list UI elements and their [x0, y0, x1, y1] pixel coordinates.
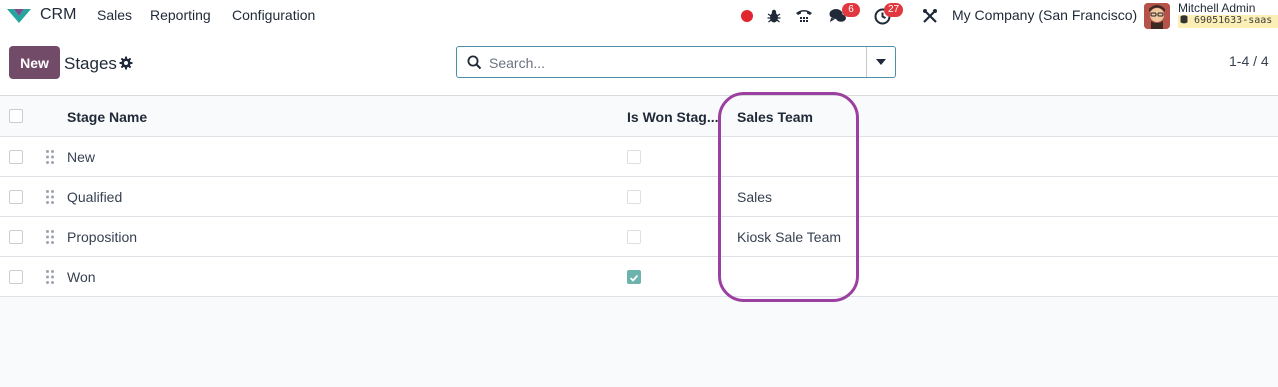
control-panel: New Stages 1-4 / 4 — [0, 32, 1278, 96]
activities-count-badge: 27 — [884, 3, 904, 17]
is-won-checkbox — [627, 150, 641, 164]
search-input[interactable] — [489, 53, 859, 73]
user-name[interactable]: Mitchell Admin — [1178, 1, 1255, 15]
stage-name: Won — [67, 269, 96, 285]
row-checkbox[interactable] — [9, 270, 23, 284]
table-header: Stage Name Is Won Stag... Sales Team — [0, 96, 1278, 137]
stages-list: Stage Name Is Won Stag... Sales Team New… — [0, 96, 1278, 297]
tools-icon[interactable] — [921, 7, 939, 25]
search-options-toggle[interactable] — [866, 47, 895, 77]
is-won-checkbox — [627, 230, 641, 244]
drag-handle-icon[interactable] — [45, 189, 55, 205]
table-row[interactable]: Proposition Kiosk Sale Team — [0, 217, 1278, 257]
column-header-is-won[interactable]: Is Won Stag... — [627, 109, 719, 125]
bug-icon[interactable] — [765, 7, 783, 25]
drag-handle-icon[interactable] — [45, 229, 55, 245]
is-won-checkbox-checked — [627, 270, 641, 284]
new-button[interactable]: New — [9, 46, 60, 79]
menu-reporting[interactable]: Reporting — [150, 7, 211, 23]
page-title: Stages — [64, 54, 117, 73]
database-name: 69051633-saas — [1178, 15, 1278, 28]
check-icon — [629, 274, 639, 282]
pager-value[interactable]: 1-4 / 4 — [1229, 53, 1269, 69]
table-row[interactable]: Won — [0, 257, 1278, 297]
user-avatar[interactable] — [1144, 3, 1170, 29]
menu-sales[interactable]: Sales — [97, 7, 132, 23]
gear-icon[interactable] — [119, 56, 133, 70]
row-checkbox[interactable] — [9, 150, 23, 164]
caret-down-icon — [876, 59, 886, 65]
drag-handle-icon[interactable] — [45, 269, 55, 285]
is-won-checkbox — [627, 190, 641, 204]
drag-handle-icon[interactable] — [45, 149, 55, 165]
select-all-checkbox[interactable] — [9, 109, 23, 123]
recording-dot-icon[interactable] — [738, 7, 756, 25]
app-name[interactable]: CRM — [40, 6, 76, 24]
row-checkbox[interactable] — [9, 190, 23, 204]
sales-team-column-highlight — [718, 92, 859, 302]
search-bar — [456, 46, 896, 78]
menu-configuration[interactable]: Configuration — [232, 7, 315, 23]
table-row[interactable]: Qualified Sales — [0, 177, 1278, 217]
top-navbar: CRM Sales Reporting Configuration 6 27 M… — [0, 0, 1278, 32]
column-header-stage-name[interactable]: Stage Name — [67, 109, 147, 125]
messages-count-badge: 6 — [842, 3, 860, 17]
stage-name: Proposition — [67, 229, 138, 245]
search-icon — [467, 55, 482, 70]
company-switcher[interactable]: My Company (San Francisco) — [952, 7, 1137, 23]
phone-icon[interactable] — [795, 7, 813, 25]
stage-name: New — [67, 149, 96, 165]
row-checkbox[interactable] — [9, 230, 23, 244]
crm-logo-icon[interactable] — [6, 7, 32, 25]
database-name-text: 69051633-saas — [1194, 15, 1273, 26]
table-row[interactable]: New — [0, 137, 1278, 177]
stage-name: Qualified — [67, 189, 123, 205]
